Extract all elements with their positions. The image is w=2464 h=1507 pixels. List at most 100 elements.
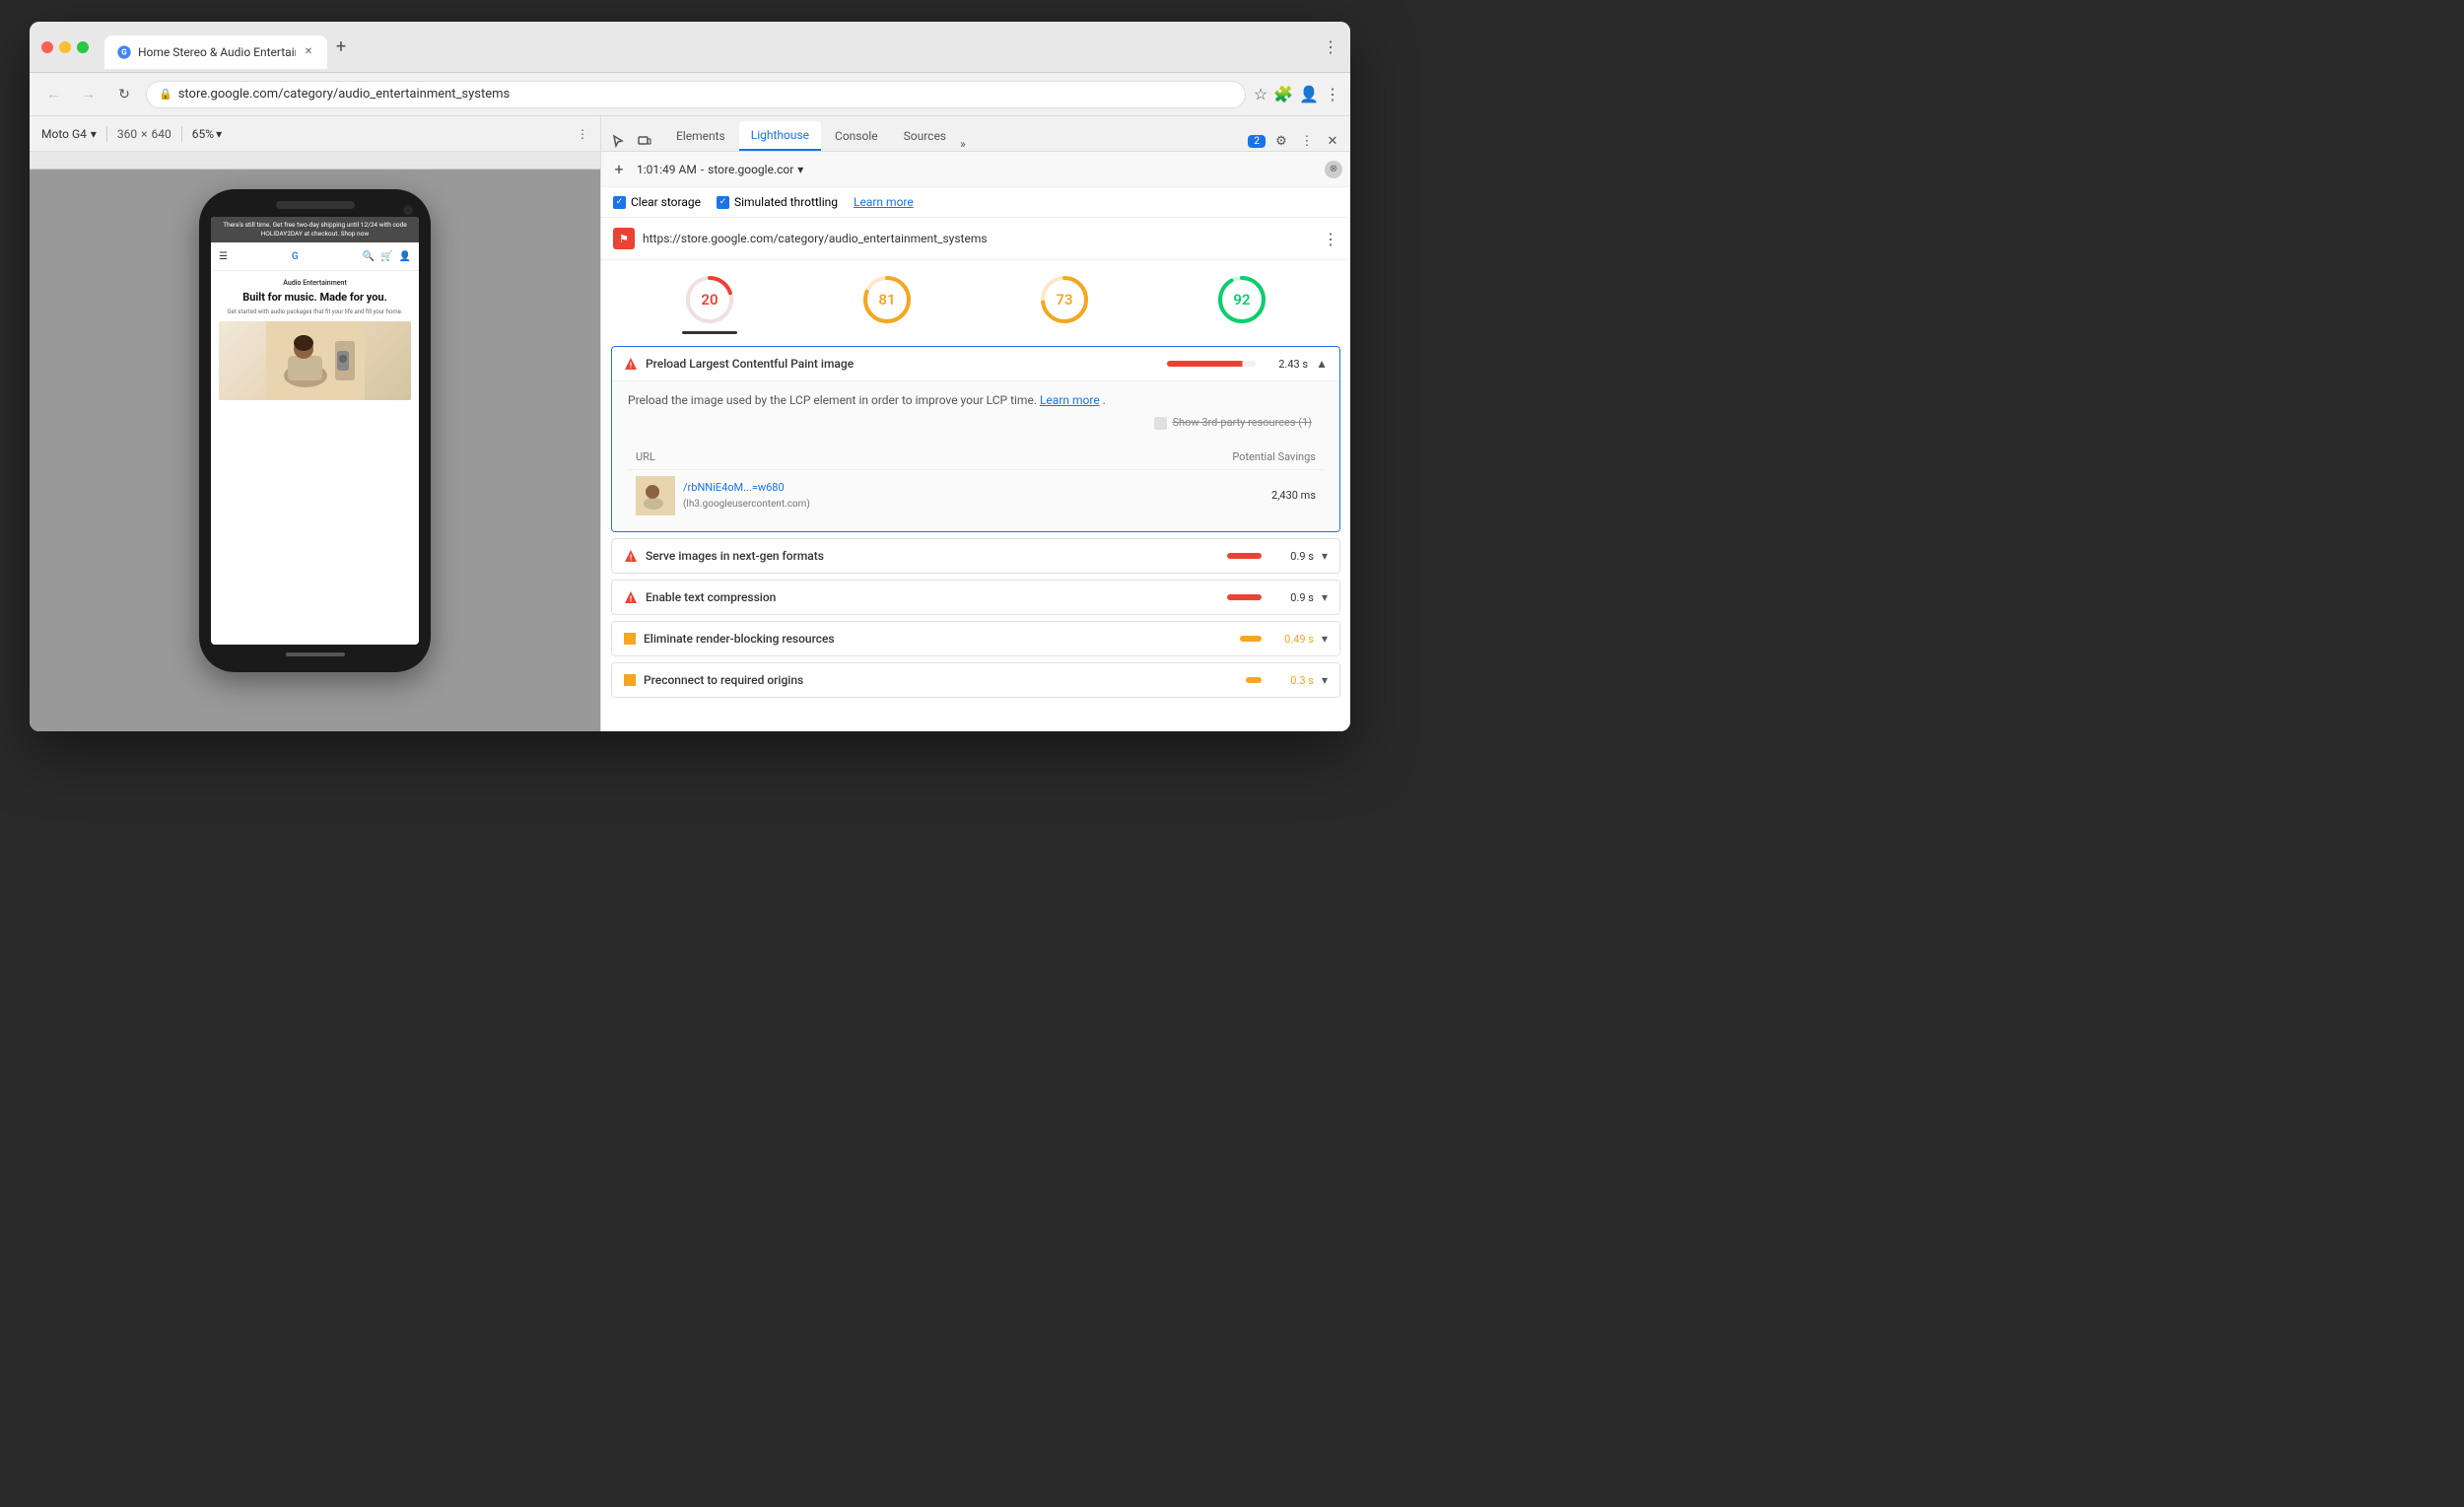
audit-time-preconnect: 0.3 s [1269, 674, 1314, 687]
table-row: /rbNNiE4oM...=w680 (lh3.googleuserconten… [628, 470, 1324, 522]
device-selector[interactable]: Moto G4 ▾ [41, 127, 97, 141]
audit-collapse-icon[interactable]: ▾ [1322, 549, 1328, 563]
maximize-button[interactable] [77, 41, 89, 53]
audit-learn-more-link[interactable]: Learn more [1040, 393, 1100, 407]
audit-collapse-icon-3[interactable]: ▾ [1322, 632, 1328, 646]
tab-title: Home Stereo & Audio Entertain... [138, 45, 296, 59]
audit-collapse-icon-2[interactable]: ▾ [1322, 590, 1328, 604]
tab-favicon: G [116, 44, 132, 60]
score-circle-accessibility[interactable]: 81 [859, 272, 915, 334]
device-toolbar-more-icon[interactable]: ⋮ [577, 127, 588, 141]
viewport-dimensions: 360 × 640 [117, 127, 171, 141]
audit-header-render-blocking[interactable]: Eliminate render-blocking resources 0.49… [612, 622, 1339, 655]
lighthouse-toolbar: + 1:01:49 AM - store.google.cor ▾ ⊗ [601, 152, 1350, 187]
svg-text:!: ! [630, 554, 632, 563]
settings-icon[interactable]: ⚙ [1271, 131, 1291, 151]
show-3rd-party-label: Show 3rd-party resources (1) [1173, 415, 1312, 432]
session-url: store.google.cor [708, 163, 793, 176]
zoom-selector[interactable]: 65% ▾ [192, 127, 222, 141]
clear-storage-checkbox[interactable]: ✓ Clear storage [613, 195, 701, 209]
add-session-button[interactable]: + [609, 160, 629, 179]
audit-expand-icon[interactable]: ▲ [1316, 357, 1328, 371]
devtools-more-icon[interactable]: ⋮ [1297, 131, 1317, 151]
url-thumbnail [636, 476, 675, 515]
audit-header-next-gen[interactable]: ! Serve images in next-gen formats 0.9 s… [612, 539, 1339, 573]
tab-close-icon[interactable]: ✕ [302, 45, 315, 59]
responsive-icon[interactable] [635, 131, 654, 151]
audit-header-text-compression[interactable]: ! Enable text compression 0.9 s ▾ [612, 581, 1339, 614]
phone-hero-image [219, 321, 411, 400]
phone-content: Audio Entertainment Built for music. Mad… [211, 271, 419, 408]
forward-button[interactable]: → [75, 81, 103, 108]
tab-bar: G Home Stereo & Audio Entertain... ✕ + [104, 22, 1315, 72]
audit-url-text: https://store.google.com/category/audio_… [643, 232, 1315, 245]
audit-time-next-gen: 0.9 s [1269, 550, 1314, 563]
reload-button[interactable]: ↻ [110, 81, 138, 108]
score-circle-best-practices[interactable]: 73 [1037, 272, 1092, 334]
device-preview-area: There's still time. Get free two-day shi… [30, 170, 600, 731]
more-tabs-icon[interactable]: » [960, 137, 966, 151]
phone-banner: There's still time. Get free two-day shi… [211, 217, 419, 242]
audit-title-text-compression: Enable text compression [646, 590, 1219, 604]
audit-savings-bar-render-blocking [1240, 636, 1262, 642]
tab-lighthouse[interactable]: Lighthouse [739, 121, 821, 151]
score-circles: 20 81 [601, 260, 1350, 340]
show-3rd-party-checkbox[interactable] [1154, 417, 1167, 430]
active-tab[interactable]: G Home Stereo & Audio Entertain... ✕ [104, 35, 327, 69]
chrome-options-icon[interactable]: ⋮ [1325, 85, 1340, 103]
session-time: 1:01:49 AM [637, 163, 697, 176]
chrome-menu-icon[interactable]: ⋮ [1323, 37, 1338, 56]
clear-session-button[interactable]: ⊗ [1325, 161, 1342, 178]
score-circle-seo[interactable]: 92 [1214, 272, 1269, 334]
close-button[interactable] [41, 41, 53, 53]
throttling-checkbox[interactable]: ✓ Simulated throttling [717, 195, 838, 209]
phone-screen: There's still time. Get free two-day shi… [211, 217, 419, 645]
audit-body-preload-lcp: Preload the image used by the LCP elemen… [612, 380, 1339, 531]
audit-url-row: ⚑ https://store.google.com/category/audi… [601, 218, 1350, 260]
url-cell: /rbNNiE4oM...=w680 (lh3.googleuserconten… [628, 470, 1085, 522]
viewport-width: 360 [117, 127, 137, 141]
audit-savings-bar-text-compression [1227, 594, 1262, 600]
profile-icon[interactable]: 👤 [1299, 85, 1319, 103]
viewport-height: 640 [152, 127, 171, 141]
learn-more-link[interactable]: Learn more [854, 195, 914, 209]
phone-account-icon: 👤 [399, 251, 411, 262]
phone-google-logo: G [287, 248, 303, 264]
url-bar[interactable]: 🔒 store.google.com/category/audio_entert… [146, 81, 1246, 108]
audit-title-preconnect: Preconnect to required origins [644, 673, 1238, 687]
tab-elements[interactable]: Elements [664, 121, 737, 151]
extension-icon[interactable]: 🧩 [1273, 85, 1293, 103]
cursor-icon[interactable] [609, 131, 629, 151]
audit-collapse-icon-4[interactable]: ▾ [1322, 673, 1328, 687]
session-url-selector[interactable]: 1:01:49 AM - store.google.cor ▾ [637, 163, 1317, 176]
bookmark-icon[interactable]: ☆ [1254, 85, 1267, 103]
score-circle-performance[interactable]: 20 [682, 272, 737, 334]
device-toolbar: Moto G4 ▾ 360 × 640 65% ▾ ⋮ [30, 116, 600, 152]
device-name: Moto G4 [41, 127, 87, 141]
audit-title-render-blocking: Eliminate render-blocking resources [644, 632, 1232, 646]
audit-url-menu-icon[interactable]: ⋮ [1323, 230, 1338, 248]
audit-header-preload-lcp[interactable]: ! Preload Largest Contentful Paint image… [612, 347, 1339, 380]
throttling-checkbox-box: ✓ [717, 196, 729, 209]
accessibility-score: 81 [878, 291, 895, 308]
tab-console[interactable]: Console [823, 121, 890, 151]
tab-sources[interactable]: Sources [892, 121, 958, 151]
main-area: Moto G4 ▾ 360 × 640 65% ▾ ⋮ [30, 116, 1350, 731]
minimize-button[interactable] [59, 41, 71, 53]
devtools-tabs: Elements Lighthouse Console Sources » 2 … [601, 116, 1350, 152]
toolbar-divider-2 [181, 126, 182, 142]
performance-score: 20 [701, 291, 718, 308]
audit-time-text-compression: 0.9 s [1269, 591, 1314, 604]
audit-url-table: URL Potential Savings [628, 445, 1324, 522]
back-button[interactable]: ← [39, 81, 67, 108]
accessibility-gauge: 81 [859, 272, 915, 327]
new-tab-button[interactable]: + [327, 34, 355, 61]
audit-header-preconnect[interactable]: Preconnect to required origins 0.3 s ▾ [612, 663, 1339, 697]
audit-savings-bar-preconnect [1246, 677, 1262, 683]
audit-item-text-compression: ! Enable text compression 0.9 s ▾ [611, 580, 1340, 615]
toolbar-divider-1 [106, 126, 107, 142]
audit-description: Preload the image used by the LCP elemen… [628, 391, 1324, 409]
performance-gauge: 20 [682, 272, 737, 327]
session-separator: - [701, 163, 704, 176]
close-devtools-icon[interactable]: ✕ [1323, 131, 1342, 151]
